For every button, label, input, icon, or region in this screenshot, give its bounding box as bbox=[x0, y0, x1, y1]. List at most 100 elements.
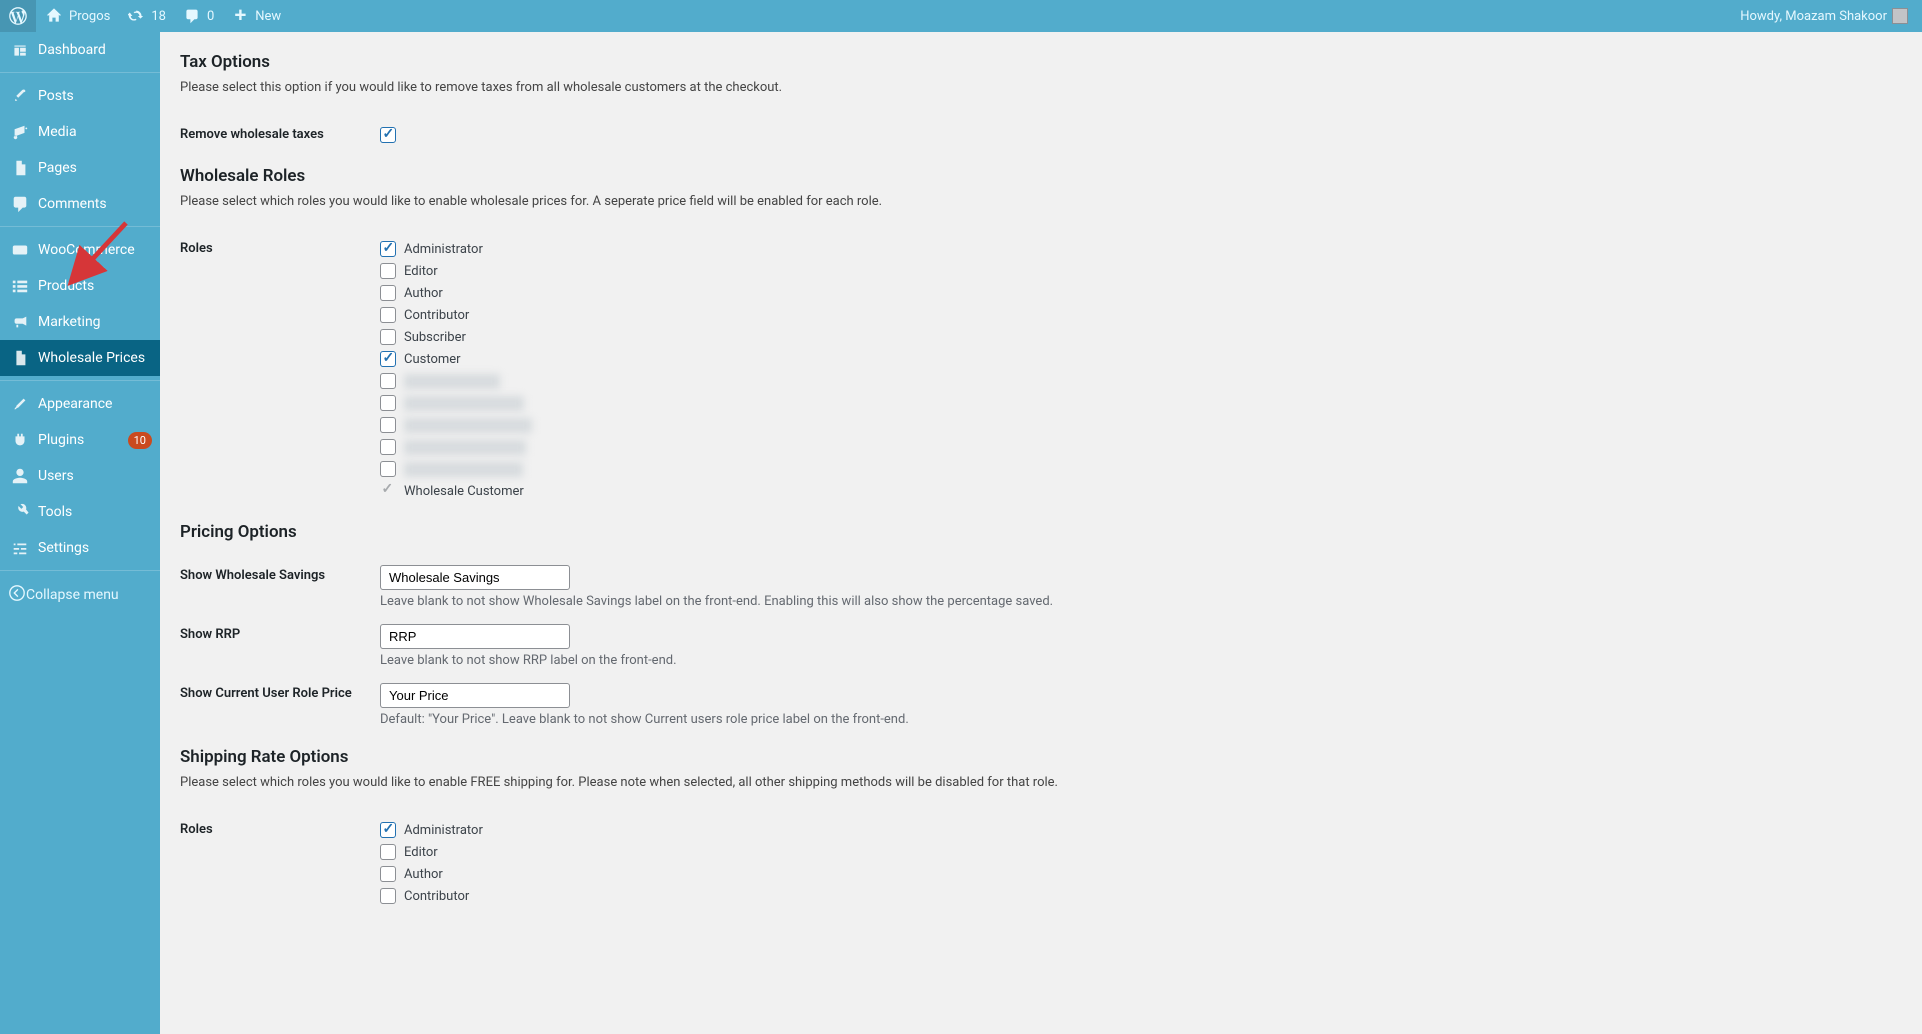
role-checkbox-label: Redacted role five bbox=[404, 462, 523, 477]
role-checkbox-line[interactable]: Redacted role five bbox=[380, 458, 1902, 480]
admin-bar: Progos 18 0 New Howdy, Moazam Shakoor bbox=[0, 0, 1922, 32]
role-checkbox[interactable] bbox=[380, 461, 396, 477]
role-checkbox-line: Wholesale Customer bbox=[380, 480, 1902, 502]
role-checkbox-line[interactable]: Editor bbox=[380, 260, 1902, 282]
sidebar-item-label: Wholesale Prices bbox=[38, 350, 152, 366]
role-checkbox-line[interactable]: Redacted role bbox=[380, 370, 1902, 392]
home-icon bbox=[44, 6, 64, 26]
sidebar-item-users[interactable]: Users bbox=[0, 458, 160, 494]
updates-link[interactable]: 18 bbox=[118, 0, 174, 32]
comments-link[interactable]: 0 bbox=[174, 0, 222, 32]
sidebar-item-label: WooCommerce bbox=[38, 242, 152, 258]
savings-label: Show Wholesale Savings bbox=[180, 565, 380, 609]
roles-list: Administrator EditorAuthorContributor Subs… bbox=[380, 238, 1902, 502]
role-checkbox-label: Administrator bbox=[404, 242, 483, 257]
pin-icon bbox=[10, 86, 30, 106]
role-price-input[interactable] bbox=[380, 683, 570, 708]
pricing-options-heading: Pricing Options bbox=[180, 502, 1902, 550]
savings-help: Leave blank to not show Wholesale Saving… bbox=[380, 594, 1902, 609]
role-price-help: Default: "Your Price". Leave blank to no… bbox=[380, 712, 1902, 727]
comments-icon bbox=[10, 194, 30, 214]
remove-taxes-checkbox[interactable] bbox=[380, 127, 396, 143]
sidebar-item-label: Users bbox=[38, 468, 152, 484]
role-checkbox[interactable] bbox=[380, 844, 396, 860]
sidebar-item-media[interactable]: Media bbox=[0, 114, 160, 150]
wholesale-roles-heading: Wholesale Roles bbox=[180, 146, 1902, 194]
wholesale-roles-desc: Please select which roles you would like… bbox=[180, 194, 1902, 209]
role-checkbox-line[interactable]: Administrator bbox=[380, 819, 1902, 841]
sidebar-item-woocommerce[interactable]: WooCommerce bbox=[0, 232, 160, 268]
site-name: Progos bbox=[69, 9, 110, 24]
sidebar-item-label: Marketing bbox=[38, 314, 152, 330]
role-checkbox[interactable] bbox=[380, 351, 396, 367]
wp-logo[interactable] bbox=[0, 0, 36, 32]
site-link[interactable]: Progos bbox=[36, 0, 118, 32]
role-checkbox-line[interactable]: Editor bbox=[380, 841, 1902, 863]
megaphone-icon bbox=[10, 312, 30, 332]
brush-icon bbox=[10, 394, 30, 414]
sidebar-item-posts[interactable]: Posts bbox=[0, 78, 160, 114]
role-checkbox[interactable] bbox=[380, 307, 396, 323]
role-checkbox[interactable] bbox=[380, 329, 396, 345]
shipping-options-desc: Please select which roles you would like… bbox=[180, 775, 1902, 790]
sidebar-item-wholesale-prices[interactable]: Wholesale Prices bbox=[0, 340, 160, 376]
sidebar-item-dashboard[interactable]: Dashboard bbox=[0, 32, 160, 68]
sidebar-item-tools[interactable]: Tools bbox=[0, 494, 160, 530]
role-checkbox[interactable] bbox=[380, 417, 396, 433]
role-checkbox-line[interactable]: Subscriber bbox=[380, 326, 1902, 348]
products-icon bbox=[10, 276, 30, 296]
role-checkbox-line[interactable]: Redacted role two bbox=[380, 392, 1902, 414]
updates-count: 18 bbox=[151, 9, 166, 24]
rrp-input[interactable] bbox=[380, 624, 570, 649]
savings-input[interactable] bbox=[380, 565, 570, 590]
sidebar-item-label: Appearance bbox=[38, 396, 152, 412]
role-checkbox-line[interactable]: Redacted role four bbox=[380, 436, 1902, 458]
role-checkbox-line[interactable]: Author bbox=[380, 863, 1902, 885]
sidebar-item-products[interactable]: Products bbox=[0, 268, 160, 304]
sidebar-item-marketing[interactable]: Marketing bbox=[0, 304, 160, 340]
role-checkbox-line[interactable]: Administrator bbox=[380, 238, 1902, 260]
new-label: New bbox=[255, 9, 281, 24]
role-checkbox-label: Editor bbox=[404, 845, 438, 860]
role-checkbox-line[interactable]: Customer bbox=[380, 348, 1902, 370]
role-checkbox-line[interactable]: Contributor bbox=[380, 304, 1902, 326]
sidebar-item-label: Posts bbox=[38, 88, 152, 104]
role-checkbox[interactable] bbox=[380, 439, 396, 455]
role-checkbox[interactable] bbox=[380, 866, 396, 882]
sidebar-item-comments[interactable]: Comments bbox=[0, 186, 160, 222]
role-checkbox-label: Administrator bbox=[404, 823, 483, 838]
role-checkbox[interactable] bbox=[380, 285, 396, 301]
role-checkbox-line[interactable]: Contributor bbox=[380, 885, 1902, 907]
new-link[interactable]: New bbox=[222, 0, 289, 32]
collapse-menu[interactable]: Collapse menu bbox=[0, 576, 160, 614]
role-checkbox-label: Author bbox=[404, 867, 443, 882]
sidebar-item-pages[interactable]: Pages bbox=[0, 150, 160, 186]
role-checkbox[interactable] bbox=[380, 263, 396, 279]
role-checkbox[interactable] bbox=[380, 888, 396, 904]
sidebar-item-appearance[interactable]: Appearance bbox=[0, 386, 160, 422]
role-checkbox[interactable] bbox=[380, 395, 396, 411]
media-icon bbox=[10, 122, 30, 142]
role-checkbox[interactable] bbox=[380, 373, 396, 389]
sidebar-item-label: Plugins bbox=[38, 432, 128, 448]
role-checkbox[interactable] bbox=[380, 241, 396, 257]
role-checkbox-label: Subscriber bbox=[404, 330, 466, 345]
role-checkbox-label: Redacted role two bbox=[404, 396, 524, 411]
account-link[interactable]: Howdy, Moazam Shakoor bbox=[1732, 0, 1916, 32]
role-price-label: Show Current User Role Price bbox=[180, 683, 380, 727]
collapse-icon bbox=[8, 584, 26, 606]
collapse-label: Collapse menu bbox=[26, 587, 119, 603]
sidebar-item-plugins[interactable]: Plugins 10 bbox=[0, 422, 160, 458]
tax-options-heading: Tax Options bbox=[180, 32, 1902, 80]
remove-taxes-label: Remove wholesale taxes bbox=[180, 124, 380, 146]
howdy-text: Howdy, Moazam Shakoor bbox=[1740, 9, 1887, 24]
update-icon bbox=[126, 6, 146, 26]
avatar-icon bbox=[1892, 8, 1908, 24]
role-checkbox-line[interactable]: Redacted role three bbox=[380, 414, 1902, 436]
role-checkbox[interactable] bbox=[380, 822, 396, 838]
shipping-roles-label: Roles bbox=[180, 819, 380, 907]
role-checkbox-line[interactable]: Author bbox=[380, 282, 1902, 304]
comment-icon bbox=[182, 6, 202, 26]
sidebar-item-settings[interactable]: Settings bbox=[0, 530, 160, 566]
wrench-icon bbox=[10, 502, 30, 522]
